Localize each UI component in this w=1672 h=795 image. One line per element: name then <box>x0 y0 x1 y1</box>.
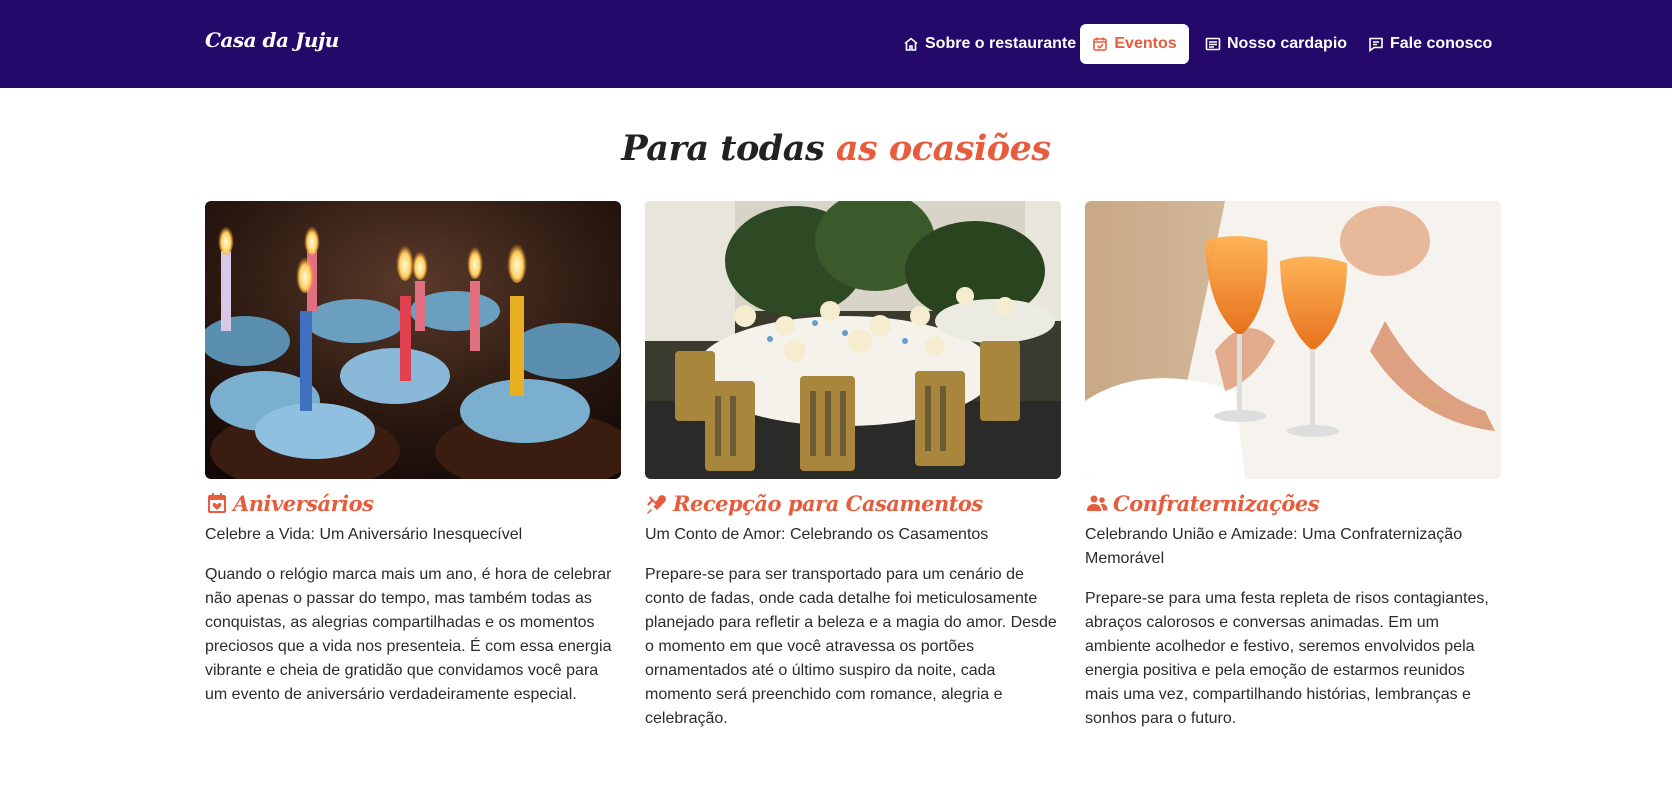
card-body: Prepare-se para ser transportado para um… <box>645 566 1057 727</box>
people-icon <box>1087 495 1108 511</box>
birthday-cupcakes-photo <box>205 201 621 479</box>
nav-link-label: Fale conosco <box>1390 35 1493 52</box>
section-title: Para todas as ocasiões <box>0 128 1672 169</box>
nav-link-cardapio[interactable]: Nosso cardapio <box>1195 24 1357 64</box>
nav-link-label: Eventos <box>1114 35 1177 52</box>
section-title-main: Para todas <box>621 128 825 169</box>
card-title-text: Aniversários <box>233 490 374 516</box>
wedding-reception-photo <box>645 201 1061 479</box>
cupid-heart-icon <box>647 495 666 514</box>
nav-link-label: Nosso cardapio <box>1227 35 1348 52</box>
card-subtitle: Um Conto de Amor: Celebrando os Casament… <box>645 526 989 543</box>
nav-link-sobre[interactable]: Sobre o restaurante <box>893 24 1086 64</box>
calendar-heart-icon <box>208 493 226 513</box>
card-subtitle: Celebrando União e Amizade: Uma Confrate… <box>1085 526 1463 567</box>
event-card-casamentos: Recepção para Casamentos Um Conto de Amo… <box>645 201 1061 731</box>
card-subtitle: Celebre a Vida: Um Aniversário Inesquecí… <box>205 526 523 543</box>
nav-link-contato[interactable]: Fale conosco <box>1358 24 1502 64</box>
calendar-check-icon <box>1093 37 1108 51</box>
section-title-accent: as ocasiões <box>835 128 1051 169</box>
brand-logo[interactable]: Casa da Juju <box>205 28 339 52</box>
card-body: Prepare-se para uma festa repleta de ris… <box>1085 590 1489 727</box>
toast-drinks-photo <box>1085 201 1501 479</box>
nav-link-eventos[interactable]: Eventos <box>1080 24 1189 64</box>
menu-card-icon <box>1205 37 1221 51</box>
card-title: Confraternizações <box>1085 489 1501 517</box>
card-title-text: Recepção para Casamentos <box>673 490 983 516</box>
card-title-text: Confraternizações <box>1113 490 1320 516</box>
home-icon <box>904 37 918 51</box>
navbar: Casa da Juju Sobre o restaurante Eventos… <box>0 0 1672 88</box>
card-body: Quando o relógio marca mais um ano, é ho… <box>205 566 612 703</box>
event-card-aniversarios: Aniversários Celebre a Vida: Um Aniversá… <box>205 201 621 707</box>
event-card-confraternizacoes: Confraternizações Celebrando União e Ami… <box>1085 201 1501 731</box>
card-title: Recepção para Casamentos <box>645 489 1061 517</box>
card-title: Aniversários <box>205 489 621 517</box>
chat-icon <box>1369 37 1383 52</box>
nav-link-label: Sobre o restaurante <box>925 35 1077 52</box>
